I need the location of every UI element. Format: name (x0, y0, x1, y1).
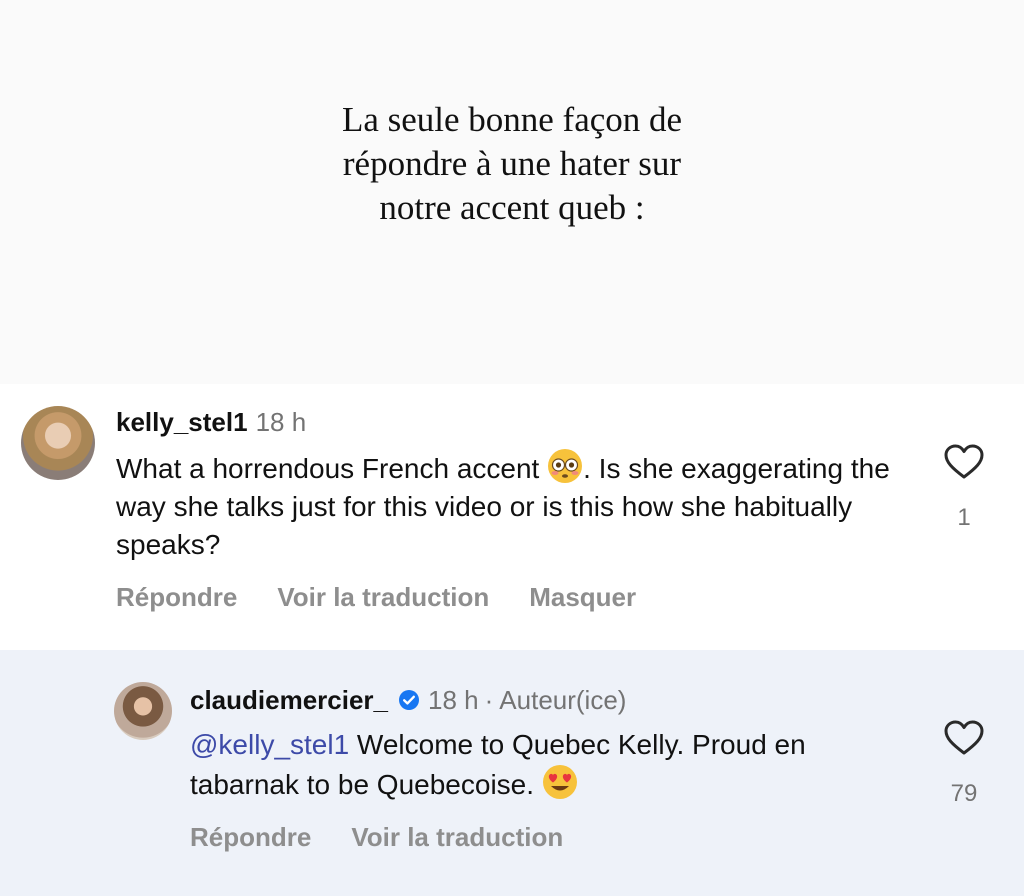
avatar[interactable] (21, 406, 95, 480)
hide-button[interactable]: Masquer (529, 582, 636, 613)
comment-time: 18 h (255, 407, 307, 437)
comment-actions: Répondre Voir la traduction (190, 822, 563, 853)
comment-text-part: What a horrendous French accent (116, 453, 548, 484)
reply-button[interactable]: Répondre (190, 822, 311, 853)
comment-actions: Répondre Voir la traduction Masquer (116, 582, 636, 613)
comment-time: 18 h (428, 685, 479, 715)
comment-text: What a horrendous French accent . Is she… (116, 448, 916, 564)
reply-button[interactable]: Répondre (116, 582, 237, 613)
heart-icon[interactable] (944, 720, 984, 756)
verified-badge-icon (399, 690, 420, 710)
like-count: 79 (950, 780, 978, 807)
post-caption: La seule bonne façon de répondre à une h… (212, 98, 812, 230)
separator: · (484, 685, 494, 715)
comment-meta: kelly_stel1 18 h (116, 406, 306, 438)
author-badge: Auteur(ice) (499, 685, 627, 715)
comment-username[interactable]: kelly_stel1 (116, 406, 248, 438)
comment-text: @kelly_stel1 Welcome to Quebec Kelly. Pr… (190, 726, 910, 804)
flushed-face-icon (548, 449, 583, 483)
like-count: 1 (957, 504, 971, 531)
comment-meta: claudiemercier_ 18 h · Auteur(ice) (190, 684, 626, 716)
heart-eyes-face-icon (542, 765, 577, 799)
reply-comment: claudiemercier_ 18 h · Auteur(ice) @kell… (0, 650, 1024, 896)
mention-link[interactable]: @kelly_stel1 (190, 729, 349, 760)
heart-icon[interactable] (944, 444, 984, 480)
see-translation-button[interactable]: Voir la traduction (277, 582, 489, 613)
see-translation-button[interactable]: Voir la traduction (351, 822, 563, 853)
post-caption-area: La seule bonne façon de répondre à une h… (0, 0, 1024, 384)
caption-line: notre accent queb : (379, 188, 645, 227)
comment: kelly_stel1 18 h What a horrendous Frenc… (0, 384, 1024, 650)
comment-username[interactable]: claudiemercier_ (190, 684, 388, 716)
caption-line: La seule bonne façon de (341, 100, 683, 139)
avatar[interactable] (114, 682, 172, 740)
caption-line: répondre à une hater sur (342, 144, 682, 183)
